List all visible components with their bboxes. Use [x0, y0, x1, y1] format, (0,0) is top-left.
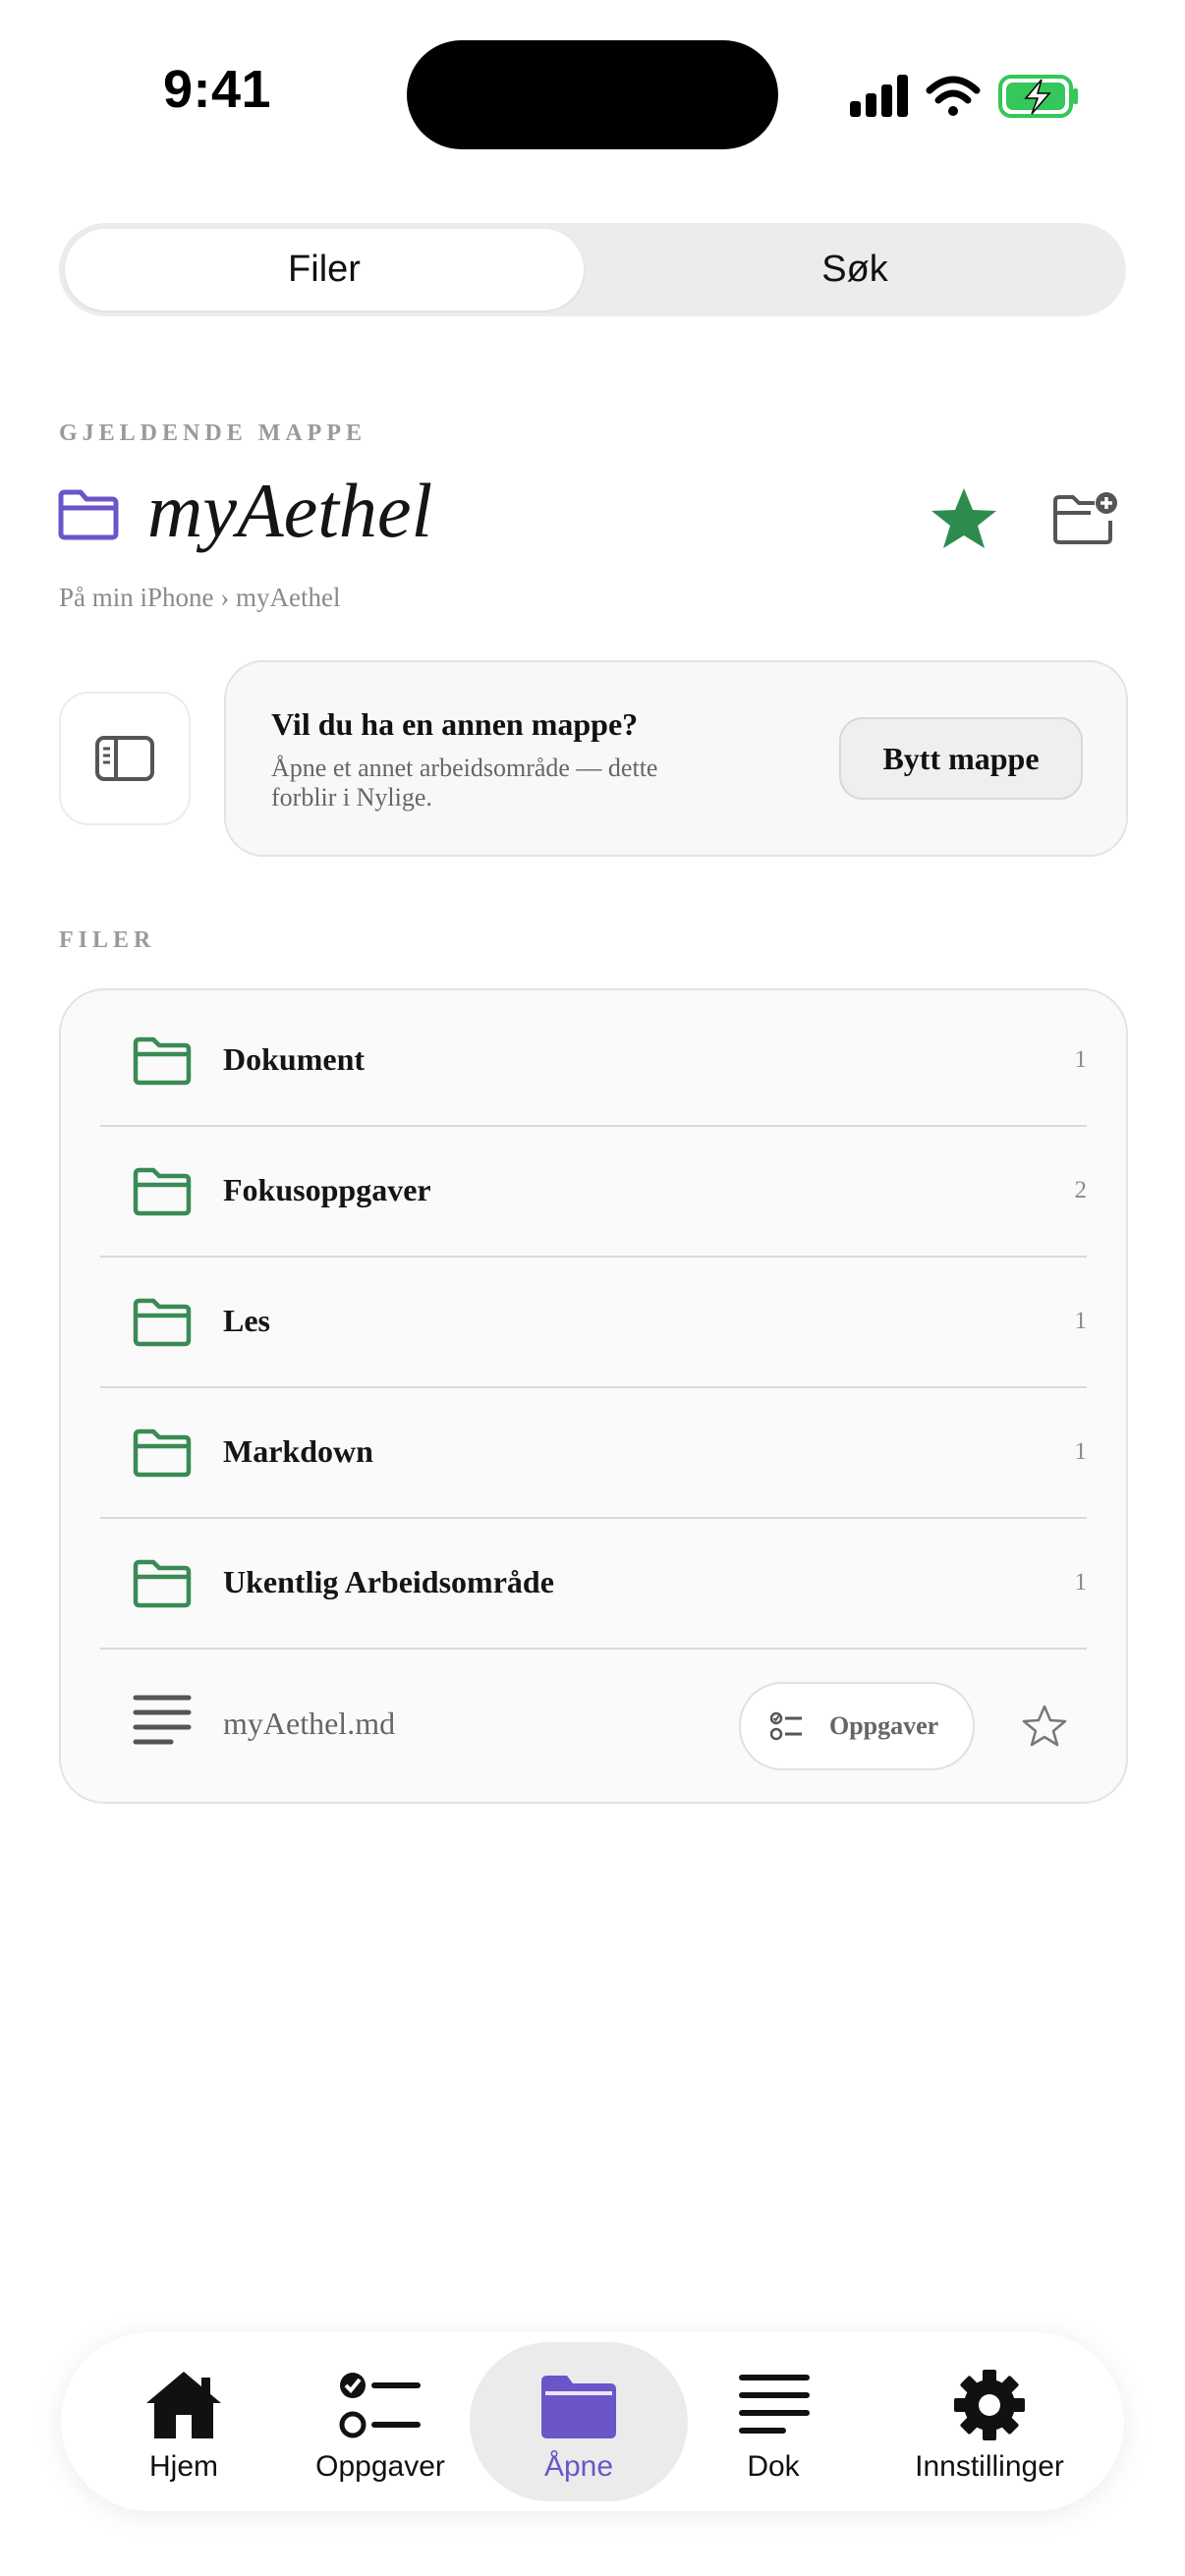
- new-folder-icon[interactable]: [1051, 489, 1118, 546]
- tab-settings-label: Innstillinger: [915, 2450, 1064, 2483]
- battery-charging-icon: [998, 75, 1078, 118]
- folder-count: 2: [1074, 1176, 1088, 1204]
- tasks-button-label: Oppgaver: [829, 1711, 939, 1740]
- tab-open[interactable]: Åpne: [470, 2342, 688, 2501]
- folder-icon: [133, 1428, 192, 1478]
- files-search-segmented-control: Filer Søk: [59, 223, 1126, 316]
- tab-open-label: Åpne: [543, 2450, 614, 2483]
- folder-icon: [133, 1167, 192, 1216]
- tab-doc[interactable]: Dok: [709, 2332, 837, 2511]
- document-tasks-button[interactable]: Oppgaver: [739, 1682, 975, 1770]
- checklist-icon: [770, 1711, 802, 1741]
- breadcrumb: På min iPhone › myAethel: [59, 583, 341, 612]
- sidebar-icon: [95, 736, 154, 781]
- segment-search[interactable]: Søk: [590, 229, 1120, 310]
- folder-row-fokusoppgaver[interactable]: Fokusoppgaver 2: [100, 1125, 1087, 1258]
- tab-tasks[interactable]: Oppgaver: [287, 2332, 474, 2511]
- tab-home[interactable]: Hjem: [110, 2332, 257, 2511]
- star-outline-icon[interactable]: [1022, 1704, 1067, 1747]
- sidebar-toggle-button[interactable]: [59, 692, 191, 825]
- document-row-myaethel-md[interactable]: myAethel.md Oppgaver: [100, 1645, 1087, 1802]
- folder-row-ukentlig-arbeidsomrade[interactable]: Ukentlig Arbeidsområde 1: [100, 1517, 1087, 1650]
- folder-count: 1: [1074, 1568, 1088, 1596]
- status-icons: [850, 75, 1078, 118]
- file-list: Dokument 1 Fokusoppgaver 2 Les 1 Markdow…: [59, 988, 1128, 1804]
- gear-icon: [954, 2370, 1025, 2440]
- current-folder-label: GJELDENDE MAPPE: [59, 420, 367, 446]
- wifi-icon: [926, 76, 981, 116]
- tab-tasks-label: Oppgaver: [315, 2450, 445, 2483]
- switch-folder-description: Åpne et annet arbeidsområde — dette forb…: [271, 754, 658, 812]
- folder-count: 1: [1074, 1307, 1088, 1334]
- folder-row-dokument[interactable]: Dokument 1: [100, 994, 1087, 1127]
- folder-name: Ukentlig Arbeidsområde: [223, 1564, 554, 1599]
- checklist-icon: [339, 2373, 421, 2438]
- tab-home-label: Hjem: [148, 2450, 218, 2483]
- tab-doc-label: Dok: [747, 2450, 800, 2483]
- folder-icon: [541, 2376, 616, 2438]
- switch-folder-title: Vil du ha en annen mappe?: [271, 706, 639, 742]
- folder-count: 1: [1074, 1437, 1088, 1465]
- favorite-star-icon[interactable]: [930, 485, 998, 550]
- files-section-label: FILER: [59, 927, 156, 953]
- folder-icon: [133, 1559, 192, 1608]
- folder-icon: [133, 1036, 192, 1086]
- status-time: 9:41: [163, 60, 272, 119]
- home-icon: [146, 2372, 221, 2438]
- switch-folder-button[interactable]: Bytt mappe: [839, 717, 1083, 800]
- folder-icon: [133, 1298, 192, 1347]
- folder-name: Fokusoppgaver: [223, 1172, 431, 1207]
- tab-settings[interactable]: Innstillinger: [876, 2332, 1102, 2511]
- folder-name: Les: [223, 1303, 270, 1338]
- folder-row-markdown[interactable]: Markdown 1: [100, 1386, 1087, 1519]
- folder-name: Dokument: [223, 1041, 366, 1077]
- current-folder-title: myAethel: [147, 468, 433, 553]
- document-lines-icon: [133, 1695, 192, 1745]
- folder-row-les[interactable]: Les 1: [100, 1256, 1087, 1388]
- dynamic-island: [407, 40, 778, 149]
- document-name: myAethel.md: [223, 1705, 396, 1741]
- switch-folder-card: Vil du ha en annen mappe? Åpne et annet …: [224, 660, 1128, 857]
- folder-icon: [58, 489, 119, 540]
- segment-files[interactable]: Filer: [65, 229, 584, 310]
- document-lines-icon: [739, 2375, 810, 2434]
- folder-count: 1: [1074, 1045, 1088, 1073]
- tab-bar: Hjem Oppgaver Åpne Dok Innstillinger: [61, 2332, 1124, 2511]
- signal-icon: [850, 75, 908, 117]
- folder-name: Markdown: [223, 1433, 373, 1469]
